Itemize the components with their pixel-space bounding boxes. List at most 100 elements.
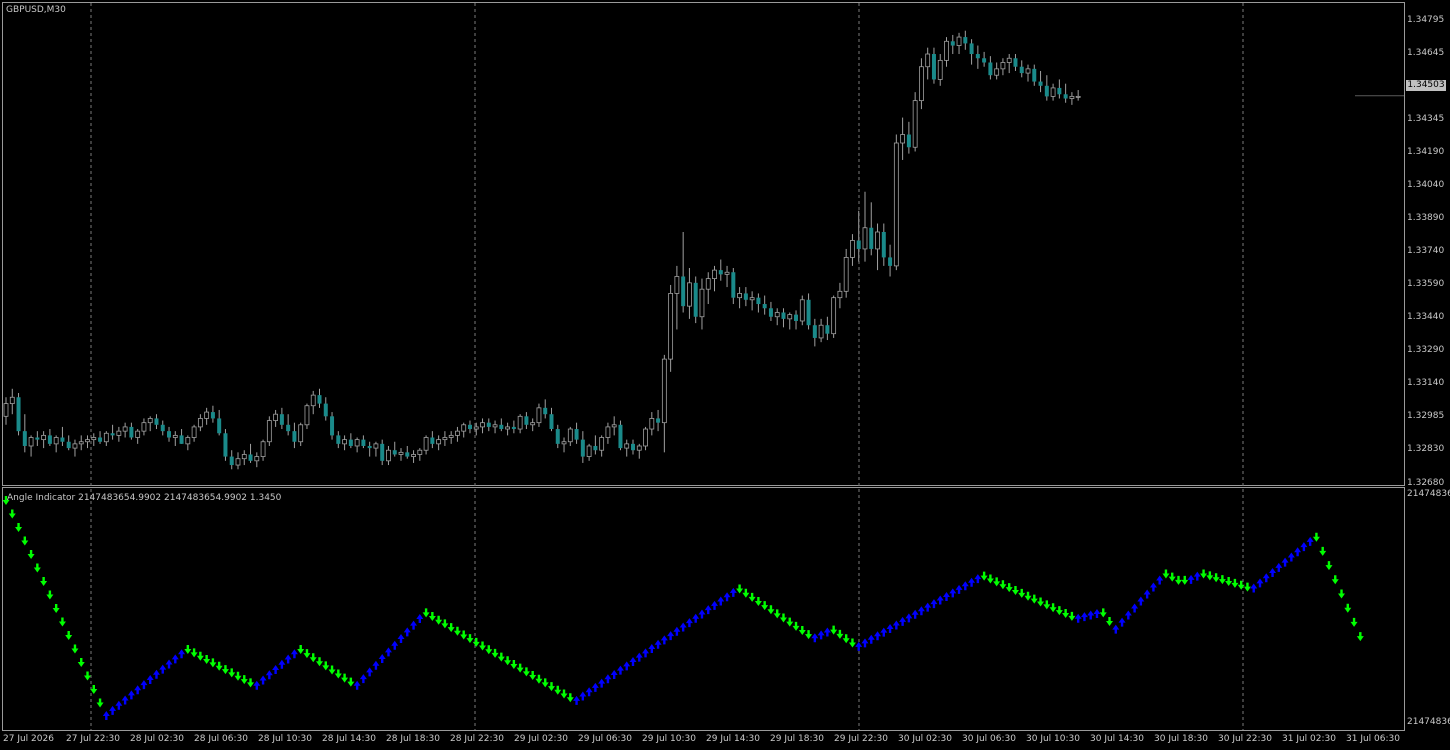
- arrow-up-icon: [616, 665, 624, 675]
- candle-body: [235, 458, 241, 466]
- candle-body: [342, 439, 347, 445]
- candle-body: [254, 456, 260, 462]
- price-axis-label: 1.34190: [1407, 147, 1445, 157]
- arrow-down-icon: [516, 663, 524, 673]
- arrow-up-icon: [1193, 571, 1201, 581]
- arrow-up-icon: [924, 602, 932, 612]
- arrow-down-icon: [1030, 594, 1038, 604]
- candle-body: [398, 451, 404, 455]
- arrow-up-icon: [1137, 596, 1145, 606]
- arrow-up-icon: [899, 616, 907, 626]
- candle-body: [336, 435, 341, 444]
- arrow-up-icon: [1087, 610, 1095, 620]
- arrow-up-icon: [1287, 552, 1295, 562]
- candle-body: [906, 134, 911, 148]
- time-axis-label: 29 Jul 14:30: [706, 734, 760, 744]
- arrow-down-icon: [1312, 532, 1320, 542]
- arrow-down-icon: [560, 689, 568, 699]
- candle-body: [22, 431, 27, 446]
- price-axis-label: 1.34040: [1407, 180, 1445, 190]
- arrow-down-icon: [761, 601, 769, 611]
- arrow-down-icon: [15, 523, 23, 532]
- arrow-down-icon: [779, 613, 787, 623]
- arrow-up-icon: [955, 584, 963, 594]
- arrow-up-icon: [579, 691, 587, 701]
- candle-body: [47, 435, 52, 444]
- candle-body: [950, 41, 955, 46]
- candle-body: [135, 430, 141, 438]
- arrow-down-icon: [1174, 575, 1182, 585]
- arrow-down-icon: [1049, 603, 1057, 613]
- arrow-down-icon: [303, 649, 311, 659]
- arrow-up-icon: [359, 674, 367, 684]
- arrow-down-icon: [805, 630, 813, 640]
- arrow-up-icon: [949, 588, 957, 598]
- arrow-down-icon: [71, 644, 79, 654]
- arrow-up-icon: [146, 674, 154, 684]
- arrow-down-icon: [986, 574, 994, 584]
- candle-body: [28, 437, 34, 447]
- chart-canvas[interactable]: [0, 0, 1450, 750]
- indicator-axis-bottom: 214748365: [1407, 717, 1450, 727]
- candle-body: [856, 240, 861, 249]
- candle-body: [286, 424, 291, 432]
- arrow-up-icon: [159, 664, 167, 674]
- arrow-up-icon: [152, 669, 160, 679]
- candle-body: [354, 439, 360, 447]
- candle-body: [1044, 85, 1049, 97]
- candle-body: [1000, 62, 1006, 70]
- candle-body: [888, 257, 893, 266]
- candle-body: [172, 434, 178, 438]
- arrow-up-icon: [1149, 582, 1157, 592]
- candle-body: [586, 445, 592, 457]
- arrow-down-icon: [316, 657, 323, 667]
- arrow-down-icon: [510, 659, 518, 669]
- price-axis-label: 1.34345: [1407, 114, 1445, 124]
- arrow-up-icon: [717, 596, 725, 606]
- current-price-tag: 1.34503: [1406, 80, 1446, 91]
- candle-body: [91, 437, 97, 441]
- candle-body: [900, 134, 906, 144]
- arrow-up-icon: [905, 613, 913, 623]
- arrow-down-icon: [1218, 575, 1226, 585]
- candle-body: [1063, 94, 1068, 99]
- arrow-down-icon: [46, 590, 54, 600]
- candle-body: [1057, 87, 1062, 95]
- arrow-up-icon: [134, 685, 142, 695]
- candle-body: [656, 418, 661, 423]
- arrow-down-icon: [842, 634, 850, 644]
- arrow-down-icon: [422, 608, 430, 618]
- arrow-down-icon: [247, 678, 255, 688]
- candle-body: [643, 428, 648, 447]
- arrow-down-icon: [27, 550, 35, 559]
- price-axis-label: 1.33590: [1407, 279, 1445, 289]
- price-axis-label: 1.32680: [1407, 478, 1445, 488]
- arrow-up-icon: [629, 657, 637, 666]
- time-axis-label: 30 Jul 22:30: [1218, 734, 1272, 744]
- arrow-up-icon: [961, 581, 969, 591]
- candle-body: [78, 441, 84, 445]
- candle-body: [749, 297, 755, 301]
- arrow-down-icon: [1037, 597, 1045, 607]
- candle-body: [9, 396, 15, 405]
- arrow-down-icon: [96, 698, 104, 708]
- candle-body: [455, 430, 460, 436]
- candle-body: [536, 407, 542, 424]
- candle-body: [631, 443, 635, 451]
- candle-body: [762, 304, 767, 309]
- candle-body: [35, 437, 40, 440]
- candle-body: [210, 412, 215, 419]
- arrow-down-icon: [767, 605, 775, 615]
- arrow-up-icon: [823, 627, 831, 637]
- arrow-up-icon: [265, 670, 273, 680]
- arrow-up-icon: [886, 624, 894, 634]
- price-axis-label: 1.34645: [1407, 48, 1445, 58]
- candle-body: [668, 293, 674, 360]
- candle-body: [781, 312, 786, 319]
- price-axis-label: 1.33290: [1407, 345, 1445, 355]
- arrow-down-icon: [554, 685, 562, 695]
- arrow-down-icon: [184, 645, 192, 655]
- arrow-up-icon: [685, 618, 693, 628]
- arrow-down-icon: [196, 651, 204, 661]
- arrow-down-icon: [447, 623, 455, 633]
